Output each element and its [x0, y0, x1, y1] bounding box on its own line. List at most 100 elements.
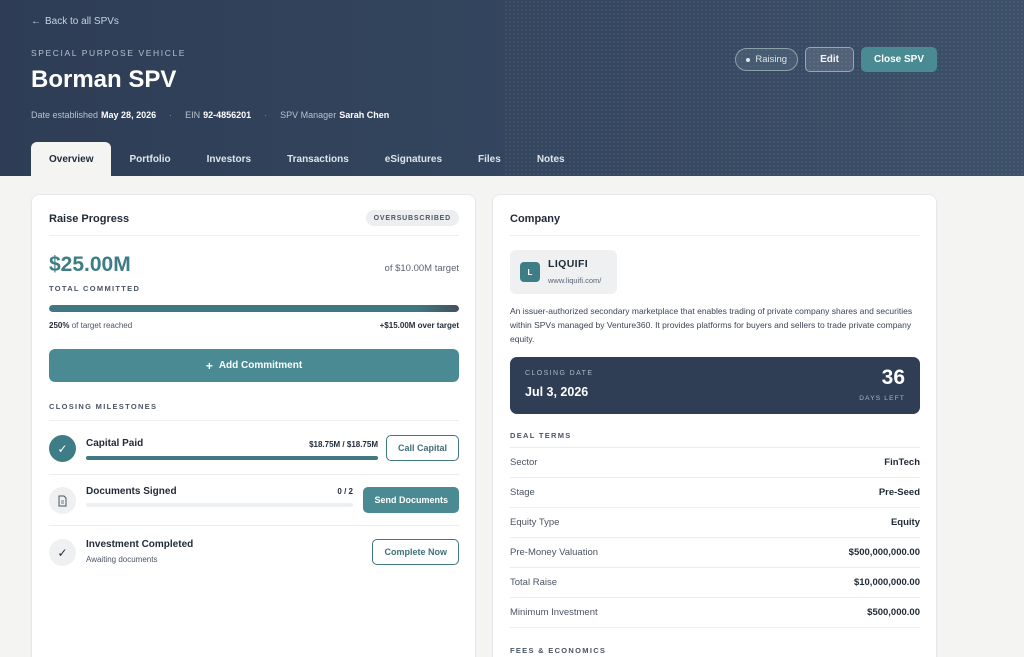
- term-value: $500,000,000.00: [848, 547, 920, 558]
- status-dot-icon: [746, 57, 751, 62]
- milestone-capital-paid: ✓ Capital Paid $18.75M / $18.75M Call Ca…: [49, 423, 459, 473]
- days-left-value: 36: [881, 366, 905, 389]
- term-key: Pre-Money Valuation: [510, 547, 599, 558]
- date-value: May 28, 2026: [101, 110, 157, 120]
- tab-files[interactable]: Files: [460, 142, 519, 176]
- meta-separator: ·: [169, 110, 173, 120]
- raise-progress-card: Raise Progress OVERSUBSCRIBED $25.00M of…: [31, 194, 476, 657]
- header-actions: Raising Edit Close SPV: [735, 47, 937, 72]
- tab-notes[interactable]: Notes: [519, 142, 583, 176]
- term-key: Stage: [510, 487, 535, 498]
- tab-portfolio[interactable]: Portfolio: [111, 142, 188, 176]
- document-icon: [49, 487, 76, 514]
- company-name: LIQUIFI: [548, 258, 589, 270]
- closing-date-label: CLOSING DATE: [525, 370, 594, 377]
- tab-investors[interactable]: Investors: [189, 142, 269, 176]
- term-value: Pre-Seed: [878, 487, 920, 498]
- milestone-subtitle: Awaiting documents: [86, 555, 158, 564]
- term-key: Total Raise: [510, 577, 557, 588]
- deal-term-row: Total Raise $10,000,000.00: [510, 567, 920, 597]
- deal-term-row: Pre-Money Valuation $500,000,000.00: [510, 537, 920, 567]
- days-left-label: DAYS LEFT: [859, 395, 905, 402]
- arrow-left-icon: ←: [31, 16, 41, 27]
- divider: [49, 420, 459, 421]
- divider: [49, 235, 459, 236]
- total-committed-label: TOTAL COMMITTED: [49, 284, 141, 293]
- send-documents-button[interactable]: Send Documents: [363, 487, 459, 513]
- header-meta: Date established May 28, 2026 · EIN 92-4…: [31, 110, 389, 120]
- raise-progress-fill: [49, 305, 459, 312]
- term-key: Minimum Investment: [510, 607, 598, 618]
- oversubscribed-badge: OVERSUBSCRIBED: [365, 210, 459, 226]
- percent-value: 250%: [49, 321, 70, 330]
- company-card-title: Company: [510, 213, 561, 225]
- milestone-title: Documents Signed: [86, 486, 177, 497]
- close-spv-button[interactable]: Close SPV: [860, 47, 937, 72]
- ein-label: EIN: [185, 110, 201, 120]
- closing-date-panel: CLOSING DATE Jul 3, 2026 36 DAYS LEFT: [510, 357, 920, 414]
- meta-separator: ·: [264, 110, 268, 120]
- status-badge-label: Raising: [755, 54, 788, 65]
- manager-value: Sarah Chen: [339, 110, 390, 120]
- manager-label: SPV Manager: [280, 110, 337, 120]
- milestone-amount: $18.75M / $18.75M: [309, 440, 378, 449]
- back-link-label: Back to all SPVs: [45, 16, 119, 27]
- add-commitment-label: Add Commitment: [218, 360, 303, 371]
- milestone-title: Investment Completed: [86, 539, 194, 550]
- date-label: Date established: [31, 110, 99, 120]
- term-key: Sector: [510, 457, 538, 468]
- total-committed-amount: $25.00M: [49, 253, 131, 276]
- page-header: ← Back to all SPVs SPECIAL PURPOSE VEHIC…: [0, 0, 1024, 176]
- tab-esignatures[interactable]: eSignatures: [367, 142, 460, 176]
- fees-economics-label: FEES & ECONOMICS: [510, 646, 607, 655]
- term-key: Equity Type: [510, 517, 560, 528]
- edit-button[interactable]: Edit: [805, 47, 854, 72]
- divider: [510, 235, 920, 236]
- deal-term-row: Equity Type Equity: [510, 507, 920, 537]
- milestone-amount: 0 / 2: [337, 487, 353, 496]
- complete-now-button[interactable]: Complete Now: [372, 539, 459, 565]
- term-value: FinTech: [884, 457, 920, 468]
- milestones-label: CLOSING MILESTONES: [49, 402, 158, 411]
- divider: [510, 627, 920, 628]
- check-icon: ✓: [49, 435, 76, 462]
- term-value: $500,000.00: [867, 607, 920, 618]
- company-url[interactable]: www.liquifi.com/: [548, 276, 601, 285]
- page-title: Borman SPV: [31, 66, 177, 93]
- progress-summary: 250% of target reached +$15.00M over tar…: [49, 321, 459, 330]
- check-icon: ✓: [49, 539, 76, 566]
- company-description: An issuer-authorized secondary marketpla…: [510, 306, 913, 344]
- over-target-amount: +$15.00M over target: [379, 321, 459, 330]
- tab-bar: Overview Portfolio Investors Transaction…: [31, 142, 583, 176]
- document-icon-glyph: [58, 495, 67, 506]
- tab-transactions[interactable]: Transactions: [269, 142, 367, 176]
- milestone-investment-completed: ✓ Investment Completed Awaiting document…: [49, 527, 459, 577]
- company-logo: L: [520, 262, 540, 282]
- add-commitment-button[interactable]: + Add Commitment: [49, 349, 459, 382]
- plus-icon: +: [205, 358, 213, 373]
- ein-value: 92-4856201: [203, 110, 252, 120]
- tab-overview[interactable]: Overview: [31, 142, 112, 176]
- company-identity[interactable]: L LIQUIFI www.liquifi.com/: [510, 250, 617, 294]
- company-card: Company L LIQUIFI www.liquifi.com/ An is…: [492, 194, 937, 657]
- term-value: $10,000,000.00: [853, 577, 920, 588]
- deal-term-row: Sector FinTech: [510, 447, 920, 477]
- deal-terms-label: DEAL TERMS: [510, 431, 572, 440]
- deal-term-row: Minimum Investment $500,000.00: [510, 597, 920, 627]
- raise-progress-bar: [49, 305, 459, 312]
- closing-date-value: Jul 3, 2026: [525, 385, 589, 399]
- status-badge: Raising: [735, 48, 799, 71]
- raise-progress-title: Raise Progress: [49, 213, 130, 225]
- milestone-documents-signed: Documents Signed 0 / 2 Send Documents: [49, 475, 459, 525]
- back-link[interactable]: ← Back to all SPVs: [31, 16, 119, 27]
- milestone-title: Capital Paid: [86, 438, 144, 449]
- milestone-progress-fill: [86, 456, 378, 460]
- milestone-progress-bar: [86, 503, 353, 507]
- call-capital-button[interactable]: Call Capital: [385, 435, 459, 461]
- deal-term-row: Stage Pre-Seed: [510, 477, 920, 507]
- percent-text: of target reached: [71, 321, 133, 330]
- milestone-progress-bar: [86, 456, 378, 460]
- percent-reached: 250% of target reached: [49, 321, 132, 330]
- page-eyebrow: SPECIAL PURPOSE VEHICLE: [31, 48, 187, 58]
- term-value: Equity: [890, 517, 920, 528]
